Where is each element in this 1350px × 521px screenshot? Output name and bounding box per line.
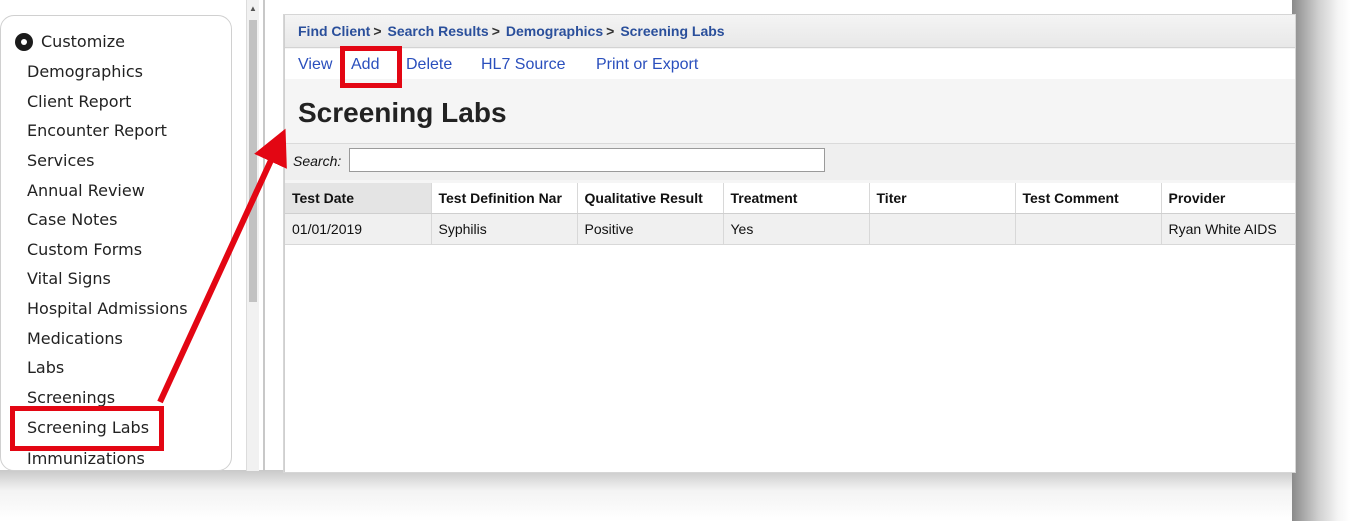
sidebar-scrollbar[interactable]: ▲ — [246, 0, 259, 471]
search-label: Search: — [293, 153, 342, 169]
column-header-treatment[interactable]: Treatment — [723, 183, 870, 214]
cell-treatment: Yes — [723, 213, 870, 245]
gear-icon — [15, 33, 33, 51]
print-export-button[interactable]: Print or Export — [596, 49, 698, 81]
right-shadow — [1292, 0, 1350, 521]
view-button[interactable]: View — [298, 49, 332, 81]
table-empty-area — [285, 245, 1295, 472]
sidebar-item-client-report[interactable]: Client Report — [27, 92, 131, 112]
breadcrumb-screening-labs[interactable]: Screening Labs — [620, 23, 724, 39]
panel-divider[interactable] — [263, 0, 265, 471]
cell-test-date: 01/01/2019 — [285, 213, 432, 245]
breadcrumb-separator: > — [606, 23, 615, 39]
column-header-test-definition[interactable]: Test Definition Nar — [431, 183, 578, 214]
sidebar-item-customize[interactable]: Customize — [15, 32, 125, 52]
cell-test-comment — [1015, 213, 1162, 245]
bottom-shadow — [0, 470, 1350, 521]
sidebar-item-immunizations[interactable]: Immunizations — [27, 449, 145, 469]
column-header-test-date[interactable]: Test Date — [285, 183, 432, 214]
main-panel: Find Client > Search Results > Demographics >… — [284, 15, 1295, 472]
scrollbar-thumb[interactable] — [249, 20, 257, 302]
table-row[interactable]: 01/01/2019 Syphilis Positive Yes Ryan Wh… — [285, 213, 1295, 245]
sidebar-item-labs[interactable]: Labs — [27, 358, 64, 378]
breadcrumb-separator: > — [491, 23, 500, 39]
sidebar-item-annual-review[interactable]: Annual Review — [27, 181, 145, 201]
sidebar-item-screenings[interactable]: Screenings — [27, 388, 115, 408]
sidebar-item-vital-signs[interactable]: Vital Signs — [27, 269, 111, 289]
hl7-source-button[interactable]: HL7 Source — [481, 49, 566, 81]
page-title: Screening Labs — [298, 97, 507, 128]
screening-labs-table: Test Date Test Definition Nar Qualitativ… — [285, 183, 1295, 245]
column-header-qualitative-result[interactable]: Qualitative Result — [577, 183, 724, 214]
sidebar-item-encounter-report[interactable]: Encounter Report — [27, 121, 167, 141]
sidebar-item-services[interactable]: Services — [27, 151, 94, 171]
screening-labs-highlight-box — [10, 406, 164, 451]
cell-titer — [869, 213, 1016, 245]
sidebar-item-hospital-admissions[interactable]: Hospital Admissions — [27, 299, 188, 319]
cell-provider: Ryan White AIDS — [1161, 213, 1295, 245]
scroll-up-icon[interactable]: ▲ — [249, 4, 257, 13]
sidebar-item-custom-forms[interactable]: Custom Forms — [27, 240, 142, 260]
toolbar: View Add Delete HL7 Source Print or Expo… — [285, 49, 1295, 79]
sidebar: Customize Demographics Client Report Enc… — [0, 15, 232, 471]
sidebar-item-medications[interactable]: Medications — [27, 329, 123, 349]
sidebar-item-demographics[interactable]: Demographics — [27, 62, 143, 82]
breadcrumb-find-client[interactable]: Find Client — [298, 23, 370, 39]
column-header-provider[interactable]: Provider — [1161, 183, 1295, 214]
delete-button[interactable]: Delete — [406, 49, 452, 81]
customize-label: Customize — [41, 32, 125, 51]
search-bar: Search: — [285, 143, 1295, 180]
breadcrumb-search-results[interactable]: Search Results — [388, 23, 489, 39]
cell-test-definition: Syphilis — [431, 213, 578, 245]
breadcrumb-demographics[interactable]: Demographics — [506, 23, 603, 39]
cell-qualitative-result: Positive — [577, 213, 724, 245]
sidebar-item-case-notes[interactable]: Case Notes — [27, 210, 117, 230]
column-header-titer[interactable]: Titer — [869, 183, 1016, 214]
table-header-row: Test Date Test Definition Nar Qualitativ… — [285, 183, 1295, 214]
breadcrumb-separator: > — [373, 23, 382, 39]
column-header-test-comment[interactable]: Test Comment — [1015, 183, 1162, 214]
breadcrumb: Find Client > Search Results > Demographics >… — [285, 15, 1295, 48]
search-input[interactable] — [349, 148, 825, 172]
add-highlight-box — [340, 46, 402, 88]
